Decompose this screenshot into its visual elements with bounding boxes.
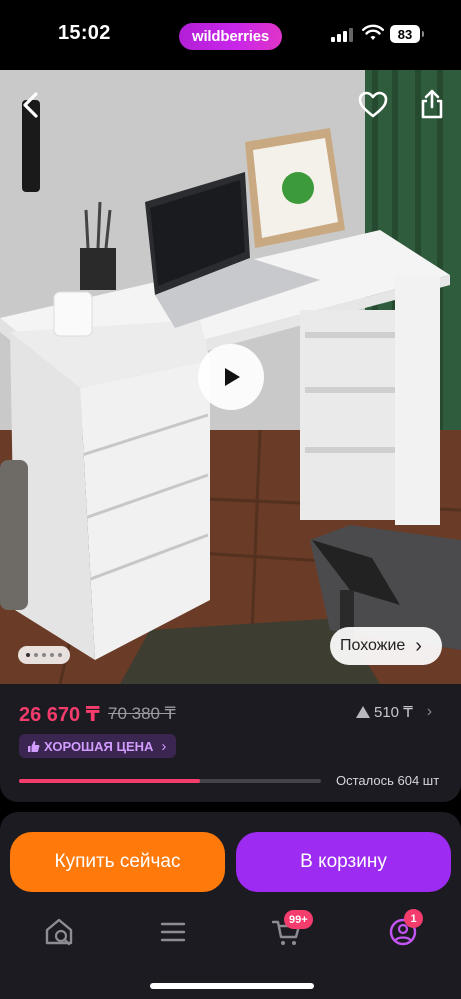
product-image[interactable]: Похожие › — [0, 70, 461, 684]
gallery-dots — [18, 646, 70, 664]
gallery-dot — [50, 653, 54, 657]
chevron-right-icon: › — [161, 737, 167, 755]
stock-progress-fill — [19, 779, 201, 783]
similar-button[interactable]: Похожие › — [330, 627, 442, 665]
gallery-dot — [34, 653, 38, 657]
price-history-value: 510 ₸ — [374, 704, 413, 721]
gallery-dot — [42, 653, 46, 657]
home-search-icon[interactable] — [42, 915, 76, 949]
old-price: 70 380 ₸ — [108, 704, 176, 723]
brand-logo: wildberries — [179, 23, 282, 50]
profile-badge: 1 — [404, 909, 423, 928]
share-icon[interactable] — [418, 88, 446, 120]
signal-icon — [331, 28, 353, 42]
play-video-button[interactable] — [198, 344, 264, 410]
heart-icon[interactable] — [358, 90, 388, 120]
stock-progress-bar — [19, 779, 321, 783]
profile-tab[interactable]: 1 — [386, 909, 436, 955]
action-bar: Купить сейчас В корзину 99+ 1 — [0, 812, 461, 999]
play-icon — [225, 368, 240, 386]
add-to-cart-button[interactable]: В корзину — [236, 832, 451, 892]
chevron-right-icon: › — [426, 703, 433, 720]
bottom-tab-bar: 99+ 1 — [0, 909, 461, 959]
chevron-right-icon: › — [415, 634, 422, 657]
similar-label: Похожие — [340, 637, 406, 654]
price-card: 26 670 ₸ 70 380 ₸ 510 ₸ › ХОРОШАЯ ЦЕНА ›… — [0, 684, 461, 802]
status-bar: 15:02 wildberries 83 — [0, 0, 461, 70]
good-price-badge[interactable]: ХОРОШАЯ ЦЕНА › — [19, 734, 177, 758]
back-arrow-icon[interactable] — [16, 90, 46, 120]
home-indicator — [150, 983, 314, 989]
good-price-label: ХОРОШАЯ ЦЕНА — [44, 738, 154, 754]
status-time: 15:02 — [58, 22, 111, 44]
stock-remaining: Осталось 604 шт — [336, 773, 440, 788]
current-price: 26 670 ₸ — [19, 704, 100, 726]
cart-badge: 99+ — [284, 910, 313, 929]
price-history-link[interactable]: 510 ₸ › — [356, 703, 432, 721]
battery-icon: 83 — [390, 25, 424, 43]
cart-tab[interactable]: 99+ — [270, 909, 320, 955]
buy-now-button[interactable]: Купить сейчас — [10, 832, 225, 892]
gallery-dot — [58, 653, 62, 657]
triangle-up-icon — [356, 706, 370, 718]
thumbs-up-icon — [28, 740, 40, 752]
wifi-icon — [362, 24, 384, 40]
gallery-dot — [26, 653, 30, 657]
menu-icon[interactable] — [156, 915, 190, 949]
